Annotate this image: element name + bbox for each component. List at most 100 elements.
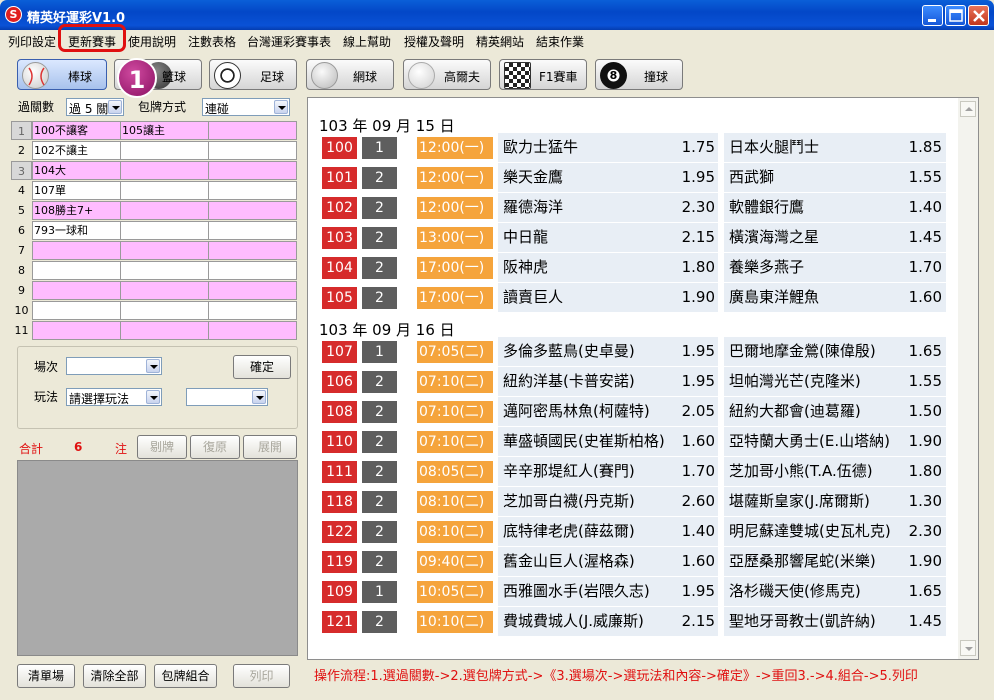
- menu-bet-table[interactable]: 注數表格: [188, 33, 236, 50]
- away-team-cell[interactable]: 明尼蘇達雙城(史瓦札克) 2.30: [724, 517, 946, 546]
- game-row[interactable]: 108 2 07:10(二) 邁阿密馬林魚(柯薩特) 2.05 紐約大都會(迪葛羅) 1.5…: [322, 397, 946, 426]
- menu-website[interactable]: 精英網站: [476, 33, 524, 50]
- grid-row-number[interactable]: 1: [11, 121, 32, 140]
- grid-cell[interactable]: [120, 321, 209, 340]
- sport-button-f1[interactable]: F1賽車: [499, 59, 587, 90]
- game-id[interactable]: 104: [322, 257, 357, 279]
- game-row[interactable]: 118 2 08:10(二) 芝加哥白襪(丹克斯) 2.60 堪薩斯皇家(J.席爾斯) 1.…: [322, 487, 946, 516]
- game-row[interactable]: 122 2 08:10(二) 底特律老虎(薛茲爾) 1.40 明尼蘇達雙城(史瓦札克) 2.…: [322, 517, 946, 546]
- grid-cell[interactable]: [120, 241, 209, 260]
- home-team-cell[interactable]: 西雅圖水手(岩隈久志) 1.95: [498, 577, 718, 606]
- grid-cell[interactable]: [120, 141, 209, 160]
- chevron-down-icon[interactable]: [146, 359, 160, 373]
- game-id[interactable]: 100: [322, 137, 357, 159]
- game-row[interactable]: 109 1 10:05(二) 西雅圖水手(岩隈久志) 1.95 洛杉磯天使(修馬克) 1.6…: [322, 577, 946, 606]
- away-team-cell[interactable]: 廣島東洋鯉魚 1.60: [724, 283, 946, 312]
- away-team-cell[interactable]: 亞特蘭大勇士(E.山塔納) 1.90: [724, 427, 946, 456]
- away-team-cell[interactable]: 堪薩斯皇家(J.席爾斯) 1.30: [724, 487, 946, 516]
- game-id[interactable]: 102: [322, 197, 357, 219]
- grid-row-number[interactable]: 6: [11, 221, 32, 240]
- away-team-cell[interactable]: 巴爾地摩金鶯(陳偉殷) 1.65: [724, 337, 946, 366]
- home-team-cell[interactable]: 阪神虎 1.80: [498, 253, 718, 282]
- game-id[interactable]: 108: [322, 401, 357, 423]
- grid-cell[interactable]: [120, 181, 209, 200]
- grid-cell[interactable]: [208, 181, 297, 200]
- grid-cell[interactable]: [208, 121, 297, 140]
- chevron-down-icon[interactable]: [146, 390, 160, 404]
- home-team-cell[interactable]: 中日龍 2.15: [498, 223, 718, 252]
- combination-list[interactable]: [17, 460, 298, 656]
- combo-set-button[interactable]: 包牌組合: [154, 664, 217, 688]
- grid-cell[interactable]: [32, 321, 121, 340]
- away-team-cell[interactable]: 洛杉磯天使(修馬克) 1.65: [724, 577, 946, 606]
- maximize-button[interactable]: [945, 5, 966, 26]
- game-id[interactable]: 109: [322, 581, 357, 603]
- game-id[interactable]: 119: [322, 551, 357, 573]
- grid-row-number[interactable]: 2: [11, 141, 32, 160]
- sport-button-golf[interactable]: 高爾夫: [403, 59, 491, 90]
- game-id[interactable]: 122: [322, 521, 357, 543]
- grid-cell[interactable]: [208, 141, 297, 160]
- away-team-cell[interactable]: 西武獅 1.55: [724, 163, 946, 192]
- grid-cell[interactable]: [32, 301, 121, 320]
- print-button[interactable]: 列印: [233, 664, 290, 688]
- chevron-down-icon[interactable]: [108, 100, 122, 114]
- away-team-cell[interactable]: 坦帕灣光芒(克隆米) 1.55: [724, 367, 946, 396]
- game-row[interactable]: 119 2 09:40(二) 舊金山巨人(渥格森) 1.60 亞歷桑那響尾蛇(米樂) 1.9…: [322, 547, 946, 576]
- game-row[interactable]: 104 2 17:00(一) 阪神虎 1.80 養樂多燕子 1.70: [322, 253, 946, 282]
- grid-row-number[interactable]: 9: [11, 281, 32, 300]
- close-button[interactable]: [968, 5, 989, 26]
- grid-cell[interactable]: [120, 301, 209, 320]
- menu-license[interactable]: 授權及聲明: [404, 33, 464, 50]
- grid-cell[interactable]: [32, 241, 121, 260]
- home-team-cell[interactable]: 芝加哥白襪(丹克斯) 2.60: [498, 487, 718, 516]
- game-id[interactable]: 103: [322, 227, 357, 249]
- sport-button-baseball[interactable]: 棒球: [17, 59, 107, 90]
- menu-instructions[interactable]: 使用說明: [128, 33, 176, 50]
- home-team-cell[interactable]: 邁阿密馬林魚(柯薩特) 2.05: [498, 397, 718, 426]
- home-team-cell[interactable]: 底特律老虎(薛茲爾) 1.40: [498, 517, 718, 546]
- game-id[interactable]: 107: [322, 341, 357, 363]
- confirm-button[interactable]: 確定: [233, 355, 291, 379]
- game-row[interactable]: 106 2 07:10(二) 紐約洋基(卡普安諾) 1.95 坦帕灣光芒(克隆米) 1.55: [322, 367, 946, 396]
- clear-match-button[interactable]: 清單場: [17, 664, 75, 688]
- away-team-cell[interactable]: 養樂多燕子 1.70: [724, 253, 946, 282]
- game-id[interactable]: 106: [322, 371, 357, 393]
- play-content-select[interactable]: [186, 388, 268, 406]
- vertical-scrollbar[interactable]: [958, 98, 978, 659]
- parlay-select[interactable]: 過 5 關: [66, 98, 124, 116]
- sport-button-tennis[interactable]: 網球: [306, 59, 394, 90]
- away-team-cell[interactable]: 芝加哥小熊(T.A.伍德) 1.80: [724, 457, 946, 486]
- menu-online-help[interactable]: 線上幫助: [343, 33, 391, 50]
- game-row[interactable]: 110 2 07:10(二) 華盛頓國民(史崔斯柏格) 1.60 亞特蘭大勇士(E.山塔納…: [322, 427, 946, 456]
- home-team-cell[interactable]: 舊金山巨人(渥格森) 1.60: [498, 547, 718, 576]
- game-row[interactable]: 121 2 10:10(二) 費城費城人(J.威廉斯) 2.15 聖地牙哥教士(凱許納) 1…: [322, 607, 946, 636]
- home-team-cell[interactable]: 辛辛那堤紅人(賽門) 1.70: [498, 457, 718, 486]
- grid-cell[interactable]: 793一球和: [32, 221, 121, 240]
- game-row[interactable]: 111 2 08:05(二) 辛辛那堤紅人(賽門) 1.70 芝加哥小熊(T.A.伍德) 1…: [322, 457, 946, 486]
- home-team-cell[interactable]: 羅德海洋 2.30: [498, 193, 718, 222]
- away-team-cell[interactable]: 紐約大都會(迪葛羅) 1.50: [724, 397, 946, 426]
- scroll-down-icon[interactable]: [960, 640, 976, 656]
- game-id[interactable]: 105: [322, 287, 357, 309]
- grid-cell[interactable]: [120, 281, 209, 300]
- away-team-cell[interactable]: 亞歷桑那響尾蛇(米樂) 1.90: [724, 547, 946, 576]
- game-row[interactable]: 103 2 13:00(一) 中日龍 2.15 橫濱海灣之星 1.45: [322, 223, 946, 252]
- restore-button[interactable]: 復原: [190, 435, 240, 459]
- grid-cell[interactable]: 105讓主: [120, 121, 209, 140]
- away-team-cell[interactable]: 日本火腿鬥士 1.85: [724, 133, 946, 162]
- home-team-cell[interactable]: 讀賣巨人 1.90: [498, 283, 718, 312]
- grid-cell[interactable]: [120, 161, 209, 180]
- grid-row-number[interactable]: 10: [11, 301, 32, 320]
- menu-print-settings[interactable]: 列印設定: [8, 33, 56, 50]
- grid-cell[interactable]: [208, 301, 297, 320]
- combo-method-select[interactable]: 連碰: [202, 98, 290, 116]
- grid-cell[interactable]: [208, 321, 297, 340]
- game-id[interactable]: 101: [322, 167, 357, 189]
- grid-cell[interactable]: 102不讓主: [32, 141, 121, 160]
- home-team-cell[interactable]: 多倫多藍鳥(史卓曼) 1.95: [498, 337, 718, 366]
- home-team-cell[interactable]: 樂天金鷹 1.95: [498, 163, 718, 192]
- game-id[interactable]: 121: [322, 611, 357, 633]
- grid-cell[interactable]: [32, 281, 121, 300]
- home-team-cell[interactable]: 費城費城人(J.威廉斯) 2.15: [498, 607, 718, 636]
